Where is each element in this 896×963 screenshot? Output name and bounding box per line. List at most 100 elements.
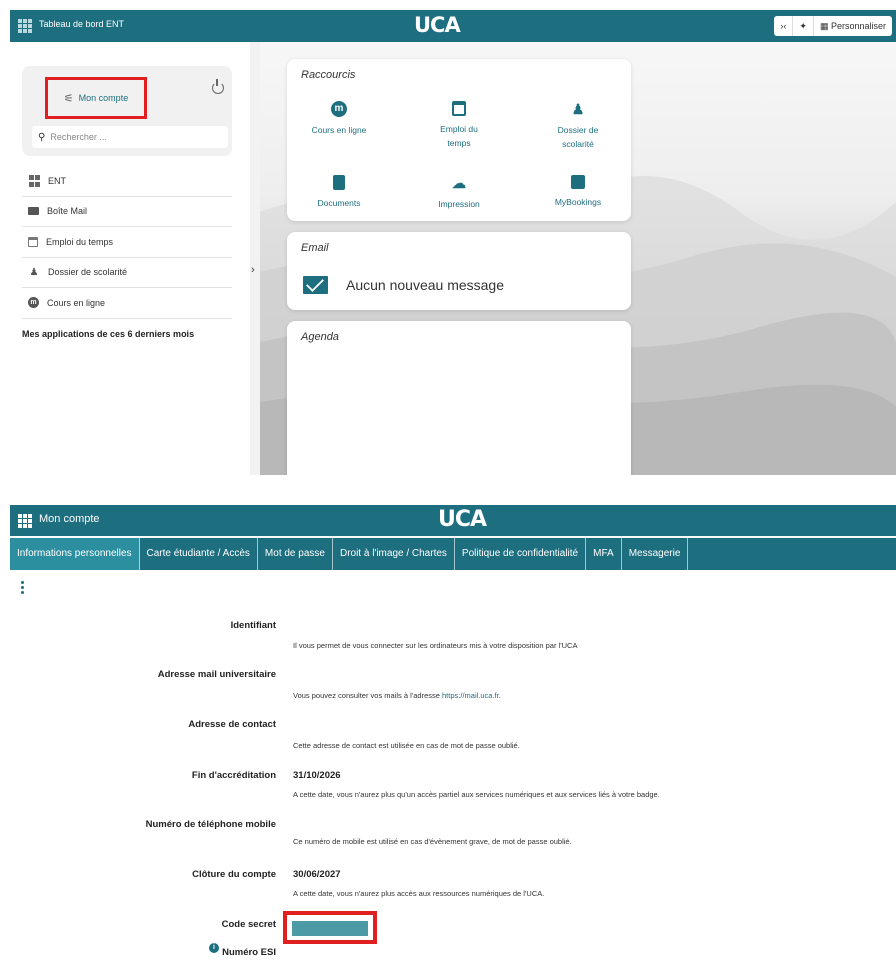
search-input[interactable]: ⚲ Rechercher ...: [32, 126, 228, 148]
sidebar-nav: ENT Boîte Mail Emploi du temps ♟ Dossier…: [22, 166, 232, 319]
sidebar-item-label: Emploi du temps: [46, 236, 114, 247]
calendar-icon: [28, 236, 38, 247]
bookmark-icon: [571, 175, 585, 189]
uca-logo: UCA: [438, 507, 487, 532]
document-icon: [333, 175, 345, 190]
collapse-icon[interactable]: ›‹: [774, 16, 794, 36]
shortcut-emploi-du-temps[interactable]: Emploi du temps: [409, 101, 509, 150]
shortcut-cours-en-ligne[interactable]: m Cours en ligne: [289, 101, 389, 137]
app-grid-icon[interactable]: [18, 514, 32, 528]
phone-help: Ce numéro de mobile est utilisé en cas d…: [293, 837, 572, 846]
tab-politique-confidentialite[interactable]: Politique de confidentialité: [455, 538, 587, 570]
accreditation-help: A cette date, vous n'aurez plus qu'un ac…: [293, 790, 660, 799]
shortcuts-title: Raccourcis: [301, 69, 356, 81]
shortcut-label: Dossier de: [557, 125, 599, 135]
header-title: Tableau de bord ENT: [39, 19, 125, 29]
accreditation-value: 31/10/2026: [293, 770, 341, 781]
sidebar-item-scolarite[interactable]: ♟ Dossier de scolarité: [22, 258, 232, 288]
shortcut-mybookings[interactable]: MyBookings: [528, 175, 628, 209]
tab-messagerie[interactable]: Messagerie: [622, 538, 689, 570]
sidebar-item-ent[interactable]: ENT: [22, 166, 232, 197]
mon-compte-button[interactable]: ⚟ Mon compte: [45, 77, 147, 119]
calendar-icon: [452, 101, 466, 116]
sidebar-item-label: ENT: [48, 175, 66, 186]
shortcut-label-line2: temps: [447, 138, 471, 148]
shortcut-label: Cours en ligne: [311, 125, 367, 135]
more-vertical-icon[interactable]: [21, 581, 24, 596]
contact-label: Adresse de contact: [188, 719, 276, 730]
student-icon: ♟: [571, 101, 585, 117]
contact-help: Cette adresse de contact est utilisée en…: [293, 741, 520, 750]
shortcuts-card: Raccourcis m Cours en ligne Emploi du te…: [287, 59, 631, 221]
shortcut-label: MyBookings: [554, 197, 602, 207]
recent-apps-heading: Mes applications de ces 6 derniers mois: [22, 329, 195, 339]
sparkle-icon[interactable]: ✦: [793, 16, 814, 36]
top-header: Tableau de bord ENT UCA ›‹ ✦ ▦ Personnal…: [10, 10, 896, 42]
mail-help-text: Vous pouvez consulter vos mails à l'adre…: [293, 691, 443, 700]
search-placeholder: Rechercher ...: [50, 132, 107, 142]
dashboard-icon: [28, 175, 40, 187]
closure-value: 30/06/2027: [293, 869, 341, 880]
accreditation-label: Fin d'accréditation: [191, 770, 276, 781]
esi-label: Numéro ESI: [222, 947, 276, 958]
email-message: Aucun nouveau message: [346, 277, 504, 293]
power-icon[interactable]: [212, 79, 224, 94]
mail-help-end: .: [498, 691, 501, 700]
email-title: Email: [301, 242, 329, 254]
account-screen: Mon compte UCA Informations personnelles…: [10, 505, 896, 963]
envelope-icon: [303, 276, 328, 294]
mail-help: Vous pouvez consulter vos mails à l'adre…: [293, 691, 501, 700]
app-grid-icon[interactable]: [18, 19, 32, 33]
shortcut-dossier-scolarite[interactable]: ♟ Dossier de scolarité: [528, 101, 628, 151]
account-header: Mon compte UCA: [10, 505, 896, 536]
sidebar-item-schedule[interactable]: Emploi du temps: [22, 227, 232, 258]
shortcut-label-line2: scolarité: [562, 139, 594, 149]
shortcut-impression[interactable]: ☁ Impression: [409, 175, 509, 211]
header-title: Mon compte: [39, 513, 100, 525]
secret-code-mask: [292, 921, 368, 936]
shortcut-label: Emploi du: [440, 124, 478, 134]
agenda-title: Agenda: [301, 331, 339, 343]
moodle-icon: m: [331, 101, 347, 117]
email-card[interactable]: Email Aucun nouveau message: [287, 232, 631, 310]
search-icon: ⚲: [38, 131, 46, 143]
info-icon[interactable]: i: [209, 943, 219, 953]
sidebar-item-label: Cours en ligne: [47, 297, 106, 308]
moodle-icon: m: [28, 297, 39, 309]
secret-code-field[interactable]: [283, 911, 377, 944]
chevron-right-icon[interactable]: ›: [251, 264, 255, 276]
phone-label: Numéro de téléphone mobile: [145, 819, 276, 830]
personalize-label: Personnaliser: [830, 21, 886, 31]
shortcut-label: Impression: [438, 199, 480, 209]
mon-compte-label: Mon compte: [78, 93, 129, 103]
email-status: Aucun nouveau message: [303, 276, 504, 294]
sidebar-item-mail[interactable]: Boîte Mail: [22, 197, 232, 227]
tab-informations-personnelles[interactable]: Informations personnelles: [10, 538, 140, 570]
personalize-button[interactable]: ▦ Personnaliser: [814, 16, 892, 36]
identifiant-label: Identifiant: [230, 620, 276, 631]
mail-label: Adresse mail universitaire: [157, 669, 276, 680]
settings-sliders-icon: ⚟: [63, 92, 74, 105]
dashboard-screen: Tableau de bord ENT UCA ›‹ ✦ ▦ Personnal…: [10, 10, 896, 475]
agenda-card[interactable]: Agenda: [287, 321, 631, 475]
tab-droit-image[interactable]: Droit à l'image / Chartes: [333, 538, 455, 570]
identifiant-help: Il vous permet de vous connecter sur les…: [293, 641, 578, 650]
student-icon: ♟: [29, 266, 39, 278]
header-tools: ›‹ ✦ ▦ Personnaliser: [774, 16, 892, 36]
sidebar-item-courses[interactable]: m Cours en ligne: [22, 288, 232, 319]
tab-mot-de-passe[interactable]: Mot de passe: [258, 538, 333, 570]
secret-label: Code secret: [221, 919, 276, 930]
tab-carte-etudiante[interactable]: Carte étudiante / Accès: [140, 538, 258, 570]
closure-label: Clôture du compte: [192, 869, 276, 880]
cloud-print-icon: ☁: [452, 175, 466, 191]
shortcut-documents[interactable]: Documents: [289, 175, 389, 210]
sidebar-item-label: Dossier de scolarité: [48, 267, 128, 278]
webmail-link[interactable]: https://mail.uca.fr: [442, 691, 499, 700]
left-sidebar: ⚟ Mon compte ⚲ Rechercher ... ENT Boîte …: [10, 42, 250, 475]
closure-help: A cette date, vous n'aurez plus accès au…: [293, 889, 545, 898]
shortcut-label: Documents: [317, 198, 361, 208]
account-tabs: Informations personnelles Carte étudiant…: [10, 538, 896, 570]
uca-logo: UCA: [414, 13, 461, 37]
tab-mfa[interactable]: MFA: [586, 538, 622, 570]
mail-icon: [28, 207, 39, 216]
